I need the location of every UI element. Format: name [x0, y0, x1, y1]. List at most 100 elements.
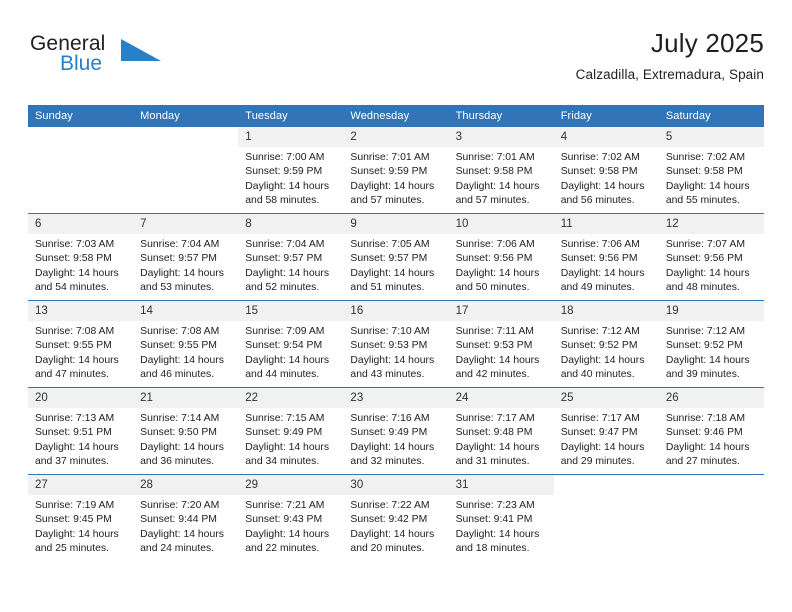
calendar-day-cell[interactable]: 14 Sunrise: 7:08 AM Sunset: 9:55 PM Dayligh…	[133, 300, 239, 388]
weekday-header-tuesday: Tuesday	[238, 105, 344, 127]
sunrise-text: Sunrise: 7:18 AM	[665, 413, 745, 424]
day-sun-info: Sunrise: 7:03 AM Sunset: 9:58 PM Daylight:…	[28, 234, 133, 295]
day-sun-info: Sunrise: 7:06 AM Sunset: 9:56 PM Daylight:…	[449, 234, 554, 295]
logo-text-blue: Blue	[60, 52, 103, 75]
calendar-day-cell[interactable]: 15 Sunrise: 7:09 AM Sunset: 9:54 PM Dayligh…	[238, 300, 344, 388]
calendar-day-cell[interactable]: 8 Sunrise: 7:04 AM Sunset: 9:57 PM Daylight…	[238, 213, 344, 301]
day-number: 14	[133, 301, 239, 321]
sunset-text: Sunset: 9:54 PM	[245, 340, 323, 352]
calendar-day-cell[interactable]: 29 Sunrise: 7:21 AM Sunset: 9:43 PM Dayligh…	[238, 474, 344, 561]
calendar-day-cell[interactable]: 30 Sunrise: 7:22 AM Sunset: 9:42 PM Dayligh…	[343, 474, 449, 561]
daylight-text-line1: Daylight: 14 hours	[665, 354, 750, 366]
calendar-day-cell[interactable]: 10 Sunrise: 7:06 AM Sunset: 9:56 PM Dayligh…	[448, 213, 554, 301]
day-sun-info: Sunrise: 7:02 AM Sunset: 9:58 PM Daylight:…	[554, 147, 659, 208]
calendar-cell-empty	[553, 474, 659, 561]
calendar-day-cell[interactable]: 20 Sunrise: 7:13 AM Sunset: 9:51 PM Dayligh…	[28, 387, 134, 475]
calendar-day-cell[interactable]: 6 Sunrise: 7:03 AM Sunset: 9:58 PM Daylight…	[28, 213, 134, 301]
daylight-text-line1: Daylight: 14 hours	[245, 441, 330, 453]
daylight-text-line2: and 58 minutes.	[245, 194, 320, 206]
day-number: 23	[343, 388, 449, 408]
calendar-day-cell[interactable]: 24 Sunrise: 7:17 AM Sunset: 9:48 PM Dayligh…	[448, 387, 554, 475]
calendar-day-cell[interactable]: 31 Sunrise: 7:23 AM Sunset: 9:41 PM Dayligh…	[448, 474, 554, 561]
sunset-text: Sunset: 9:57 PM	[350, 253, 428, 265]
sunrise-text: Sunrise: 7:12 AM	[665, 326, 745, 337]
sunset-text: Sunset: 9:55 PM	[35, 340, 112, 352]
sunset-text: Sunset: 9:47 PM	[560, 427, 638, 439]
sunrise-text: Sunrise: 7:17 AM	[455, 413, 535, 424]
daylight-text-line1: Daylight: 14 hours	[140, 441, 224, 453]
calendar-day-cell[interactable]: 22 Sunrise: 7:15 AM Sunset: 9:49 PM Dayligh…	[238, 387, 344, 475]
calendar-day-cell[interactable]: 9 Sunrise: 7:05 AM Sunset: 9:57 PM Daylight…	[343, 213, 449, 301]
calendar-day-cell[interactable]: 7 Sunrise: 7:04 AM Sunset: 9:57 PM Daylight…	[133, 213, 239, 301]
sunset-text: Sunset: 9:50 PM	[140, 427, 217, 439]
daylight-text-line2: and 34 minutes.	[245, 455, 320, 467]
day-number: 5	[658, 127, 764, 147]
calendar-day-cell[interactable]: 28 Sunrise: 7:20 AM Sunset: 9:44 PM Dayligh…	[133, 474, 239, 561]
day-sun-info: Sunrise: 7:18 AM Sunset: 9:46 PM Daylight:…	[659, 408, 764, 469]
general-blue-logo[interactable]: General Blue	[28, 32, 288, 88]
day-sun-info: Sunrise: 7:04 AM Sunset: 9:57 PM Daylight:…	[238, 234, 343, 295]
day-number: 6	[28, 214, 134, 234]
day-number: 28	[133, 475, 239, 495]
daylight-text-line1: Daylight: 14 hours	[245, 354, 330, 366]
day-sun-info: Sunrise: 7:17 AM Sunset: 9:47 PM Daylight:…	[554, 408, 659, 469]
day-sun-info: Sunrise: 7:02 AM Sunset: 9:58 PM Daylight:…	[659, 147, 764, 208]
daylight-text-line1: Daylight: 14 hours	[140, 528, 224, 540]
sunrise-text: Sunrise: 7:06 AM	[455, 239, 535, 250]
sunset-text: Sunset: 9:52 PM	[665, 340, 743, 352]
day-number: 12	[658, 214, 764, 234]
daylight-text-line1: Daylight: 14 hours	[35, 354, 119, 366]
calendar-day-cell[interactable]: 18 Sunrise: 7:12 AM Sunset: 9:52 PM Dayligh…	[553, 300, 659, 388]
sunrise-text: Sunrise: 7:15 AM	[245, 413, 325, 424]
day-number	[658, 475, 764, 495]
day-number: 20	[28, 388, 134, 408]
sunrise-text: Sunrise: 7:01 AM	[455, 152, 535, 163]
day-sun-info: Sunrise: 7:08 AM Sunset: 9:55 PM Daylight:…	[28, 321, 133, 382]
daylight-text-line2: and 44 minutes.	[245, 368, 320, 380]
daylight-text-line2: and 18 minutes.	[455, 542, 530, 554]
calendar-day-cell[interactable]: 2 Sunrise: 7:01 AM Sunset: 9:59 PM Daylight…	[343, 127, 449, 214]
daylight-text-line1: Daylight: 14 hours	[665, 180, 750, 192]
daylight-text-line1: Daylight: 14 hours	[350, 180, 435, 192]
day-sun-info: Sunrise: 7:19 AM Sunset: 9:45 PM Daylight:…	[28, 495, 133, 556]
day-sun-info: Sunrise: 7:16 AM Sunset: 9:49 PM Daylight:…	[343, 408, 448, 469]
sunrise-text: Sunrise: 7:08 AM	[140, 326, 220, 337]
calendar-day-cell[interactable]: 3 Sunrise: 7:01 AM Sunset: 9:58 PM Daylight…	[448, 127, 554, 214]
day-number: 26	[658, 388, 764, 408]
calendar-day-cell[interactable]: 17 Sunrise: 7:11 AM Sunset: 9:53 PM Dayligh…	[448, 300, 554, 388]
calendar-day-cell[interactable]: 11 Sunrise: 7:06 AM Sunset: 9:56 PM Dayligh…	[553, 213, 659, 301]
calendar-day-cell[interactable]: 25 Sunrise: 7:17 AM Sunset: 9:47 PM Dayligh…	[553, 387, 659, 475]
daylight-text-line1: Daylight: 14 hours	[455, 528, 540, 540]
day-number: 24	[448, 388, 554, 408]
daylight-text-line1: Daylight: 14 hours	[665, 441, 750, 453]
calendar-day-cell[interactable]: 23 Sunrise: 7:16 AM Sunset: 9:49 PM Dayligh…	[343, 387, 449, 475]
calendar-day-cell[interactable]: 26 Sunrise: 7:18 AM Sunset: 9:46 PM Dayligh…	[658, 387, 764, 475]
sunset-text: Sunset: 9:56 PM	[560, 253, 638, 265]
sunset-text: Sunset: 9:49 PM	[350, 427, 428, 439]
day-number: 25	[553, 388, 659, 408]
sunset-text: Sunset: 9:41 PM	[455, 514, 533, 526]
calendar-day-cell[interactable]: 19 Sunrise: 7:12 AM Sunset: 9:52 PM Dayligh…	[658, 300, 764, 388]
daylight-text-line2: and 52 minutes.	[245, 281, 320, 293]
weekday-header-sunday: Sunday	[28, 105, 134, 127]
calendar-day-cell[interactable]: 5 Sunrise: 7:02 AM Sunset: 9:58 PM Daylight…	[658, 127, 764, 214]
sunrise-text: Sunrise: 7:08 AM	[35, 326, 115, 337]
day-number: 1	[238, 127, 344, 147]
day-sun-info: Sunrise: 7:11 AM Sunset: 9:53 PM Daylight:…	[449, 321, 554, 382]
sunrise-text: Sunrise: 7:04 AM	[245, 239, 325, 250]
calendar-cell-empty	[28, 127, 134, 214]
calendar-day-cell[interactable]: 12 Sunrise: 7:07 AM Sunset: 9:56 PM Dayligh…	[658, 213, 764, 301]
sunset-text: Sunset: 9:58 PM	[560, 166, 638, 178]
calendar-day-cell[interactable]: 4 Sunrise: 7:02 AM Sunset: 9:58 PM Daylight…	[553, 127, 659, 214]
calendar-day-cell[interactable]: 21 Sunrise: 7:14 AM Sunset: 9:50 PM Dayligh…	[133, 387, 239, 475]
calendar-page: General Blue July 2025 Calzadilla, Extre…	[0, 0, 792, 612]
day-number: 4	[553, 127, 659, 147]
daylight-text-line1: Daylight: 14 hours	[35, 267, 119, 279]
daylight-text-line2: and 49 minutes.	[560, 281, 635, 293]
calendar-day-cell[interactable]: 1 Sunrise: 7:00 AM Sunset: 9:59 PM Daylight…	[238, 127, 344, 214]
calendar-day-cell[interactable]: 16 Sunrise: 7:10 AM Sunset: 9:53 PM Dayligh…	[343, 300, 449, 388]
calendar-day-cell[interactable]: 13 Sunrise: 7:08 AM Sunset: 9:55 PM Dayligh…	[28, 300, 134, 388]
sunset-text: Sunset: 9:44 PM	[140, 514, 217, 526]
calendar-day-cell[interactable]: 27 Sunrise: 7:19 AM Sunset: 9:45 PM Dayligh…	[28, 474, 134, 561]
daylight-text-line1: Daylight: 14 hours	[560, 441, 645, 453]
